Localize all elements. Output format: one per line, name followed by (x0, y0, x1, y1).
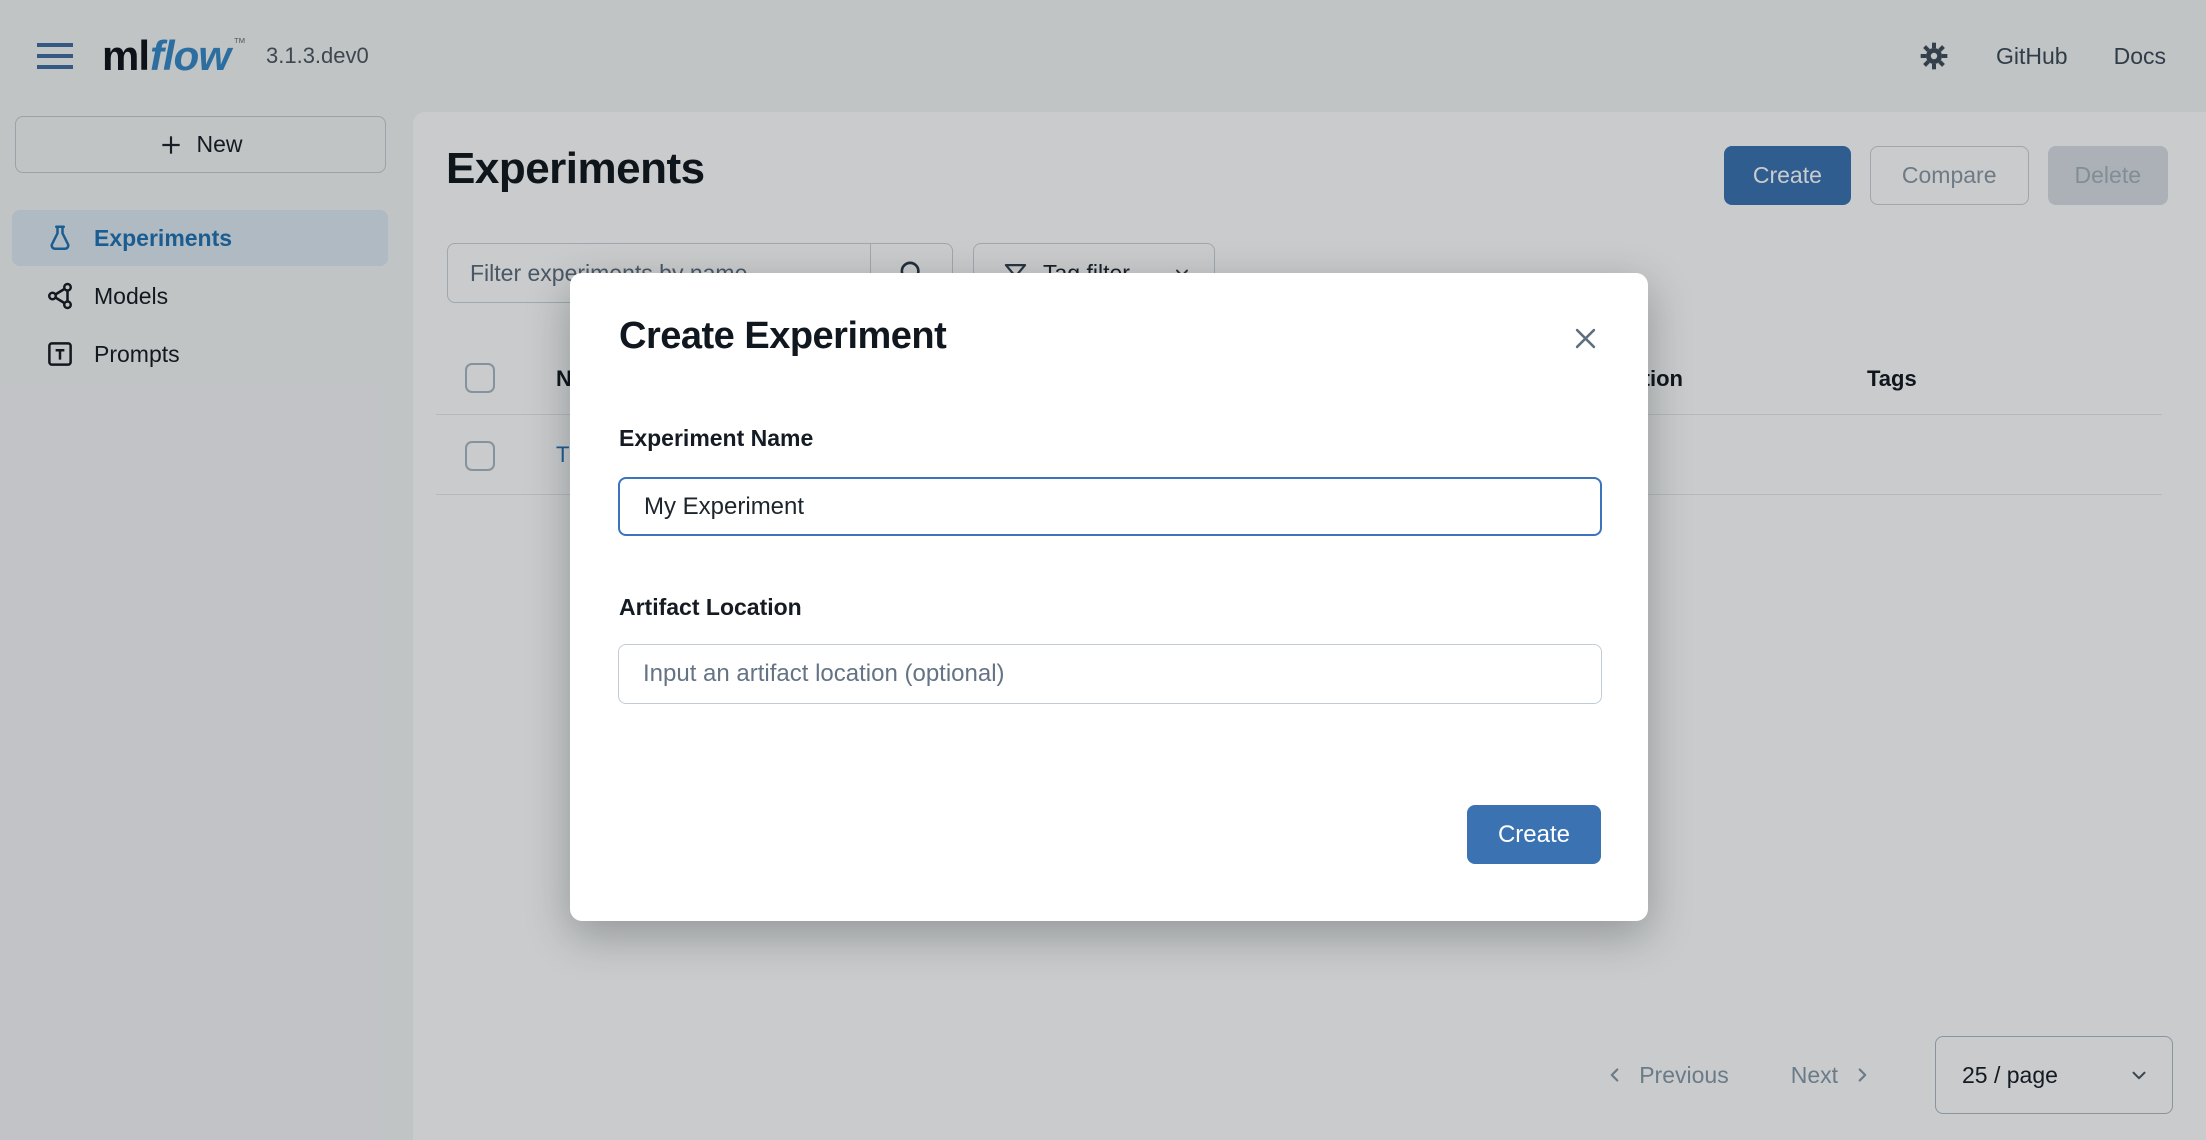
experiment-name-input[interactable] (618, 477, 1602, 536)
close-icon[interactable] (1566, 319, 1604, 357)
experiment-name-label: Experiment Name (619, 425, 813, 452)
mlflow-app: mlflow™ 3.1.3.dev0 GitHub Docs (0, 0, 2206, 1140)
artifact-location-input[interactable] (618, 644, 1602, 704)
modal-create-button[interactable]: Create (1467, 805, 1601, 864)
modal-title: Create Experiment (619, 315, 946, 358)
create-experiment-modal: Create Experiment Experiment Name Artifa… (570, 273, 1648, 921)
artifact-location-label: Artifact Location (619, 594, 802, 621)
